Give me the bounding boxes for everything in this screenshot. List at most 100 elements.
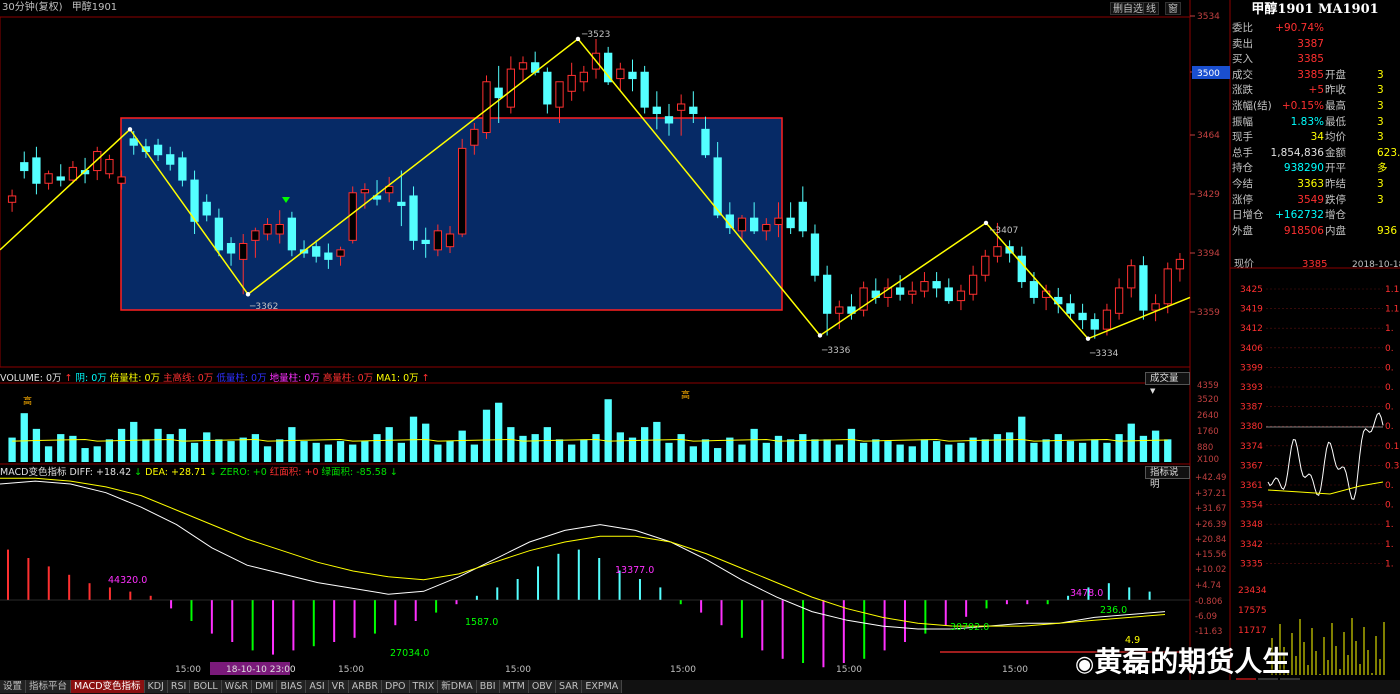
indicator-tab[interactable]: 设置 bbox=[0, 680, 27, 693]
macd-area-label: 27034.0 bbox=[390, 648, 429, 659]
volume-bar bbox=[239, 437, 247, 462]
candle-body bbox=[774, 217, 783, 225]
indicator-tab[interactable]: ARBR bbox=[348, 680, 382, 693]
macd-legend-item: ↓ bbox=[134, 467, 143, 478]
quote-row: 涨停 3549 跌停 3 bbox=[1232, 193, 1400, 208]
quote-label: 今结 bbox=[1232, 178, 1253, 190]
indicator-tab[interactable]: DMI bbox=[252, 680, 278, 693]
candle-body bbox=[287, 217, 297, 251]
volume-bar bbox=[908, 446, 916, 462]
volume-bar bbox=[397, 442, 406, 462]
quote-row: 涨跌 +5 昨收 3 bbox=[1232, 83, 1400, 98]
indicator-tab[interactable]: 指标平台 bbox=[26, 680, 72, 693]
wave-label: ─3407 bbox=[989, 226, 1018, 236]
quote-value2: 3 bbox=[1377, 100, 1384, 112]
indicator-tab[interactable]: TRIX bbox=[409, 680, 439, 693]
volume-legend-item: MA1: 0万 bbox=[376, 373, 419, 384]
indicator-tab[interactable]: 新DMA bbox=[438, 680, 477, 693]
macd-diff-line bbox=[0, 480, 1166, 630]
wave-node bbox=[983, 220, 989, 226]
volume-bar bbox=[495, 402, 503, 462]
candle-body bbox=[1163, 268, 1172, 305]
quote-label2: 开盘 bbox=[1325, 68, 1346, 81]
candle-body bbox=[1127, 265, 1136, 289]
kline-chart[interactable]: 3534350034643429339433593500─3523─3362─3… bbox=[0, 0, 1400, 694]
mini-axis-right: 0.1 bbox=[1385, 442, 1399, 452]
volume-bar bbox=[482, 409, 491, 462]
volume-bar bbox=[470, 444, 478, 462]
volume-bar bbox=[738, 444, 746, 462]
candle-body bbox=[7, 195, 17, 203]
volume-bar bbox=[568, 444, 576, 462]
candle-body bbox=[226, 243, 236, 254]
indicator-tab[interactable]: DPO bbox=[382, 680, 410, 693]
weibo-icon: ◉ bbox=[1075, 652, 1095, 677]
quote-label: 总手 bbox=[1232, 146, 1253, 159]
wave-label: ─3523 bbox=[581, 30, 610, 40]
macd-axis-label: -11.63 bbox=[1195, 627, 1222, 637]
window-button[interactable]: 窗 bbox=[1165, 2, 1181, 15]
indicator-help-button[interactable]: 指标说明 bbox=[1145, 466, 1190, 490]
indicator-tab[interactable]: BIAS bbox=[277, 680, 307, 693]
candle-body bbox=[555, 81, 564, 108]
time-label: 15:00 bbox=[175, 665, 201, 675]
symbol-header: 甲醇1901 MA1901 bbox=[1251, 2, 1379, 17]
volume-bar bbox=[762, 442, 770, 462]
indicator-tab[interactable]: KDJ bbox=[144, 680, 168, 693]
mini-axis-left: 3380 bbox=[1240, 422, 1263, 432]
chart-title-bar: 30分钟(复权) 甲醇1901 bbox=[0, 0, 1190, 17]
volume-bar bbox=[932, 441, 941, 462]
quote-label: 外盘 bbox=[1232, 224, 1253, 237]
volume-bar bbox=[458, 430, 466, 462]
volume-bar bbox=[920, 439, 929, 462]
macd-axis-label: +10.02 bbox=[1195, 565, 1226, 575]
quote-label: 涨停 bbox=[1232, 193, 1253, 206]
quote-label: 买入 bbox=[1232, 53, 1253, 66]
quote-value2: 3 bbox=[1377, 178, 1384, 190]
volume-bar bbox=[799, 434, 807, 462]
indicator-tab[interactable]: VR bbox=[328, 680, 349, 693]
period-label[interactable]: 30分钟(复权) bbox=[2, 2, 63, 13]
macd-area-label: 3478.0 bbox=[1070, 588, 1103, 599]
volume-axis-label: 880 bbox=[1197, 443, 1213, 453]
volume-bar bbox=[312, 442, 320, 462]
volume-bar bbox=[446, 441, 454, 462]
indicator-tab[interactable]: EXPMA bbox=[582, 680, 623, 693]
wave-node bbox=[245, 292, 251, 297]
candle-body bbox=[93, 151, 102, 172]
volume-bar bbox=[336, 441, 345, 462]
volume-bar bbox=[142, 439, 150, 462]
quote-row: 委比 +90.74% bbox=[1232, 21, 1400, 36]
quote-value: 1.83% bbox=[1290, 115, 1324, 128]
candle-body bbox=[409, 195, 418, 241]
candle-body bbox=[677, 103, 686, 111]
volume-selector[interactable]: 成交量 ▼ bbox=[1145, 372, 1190, 395]
wave-node bbox=[575, 36, 581, 42]
indicator-tab[interactable]: ASI bbox=[306, 680, 329, 693]
mini-price-value: 3385 bbox=[1302, 259, 1327, 270]
volume-bar bbox=[373, 434, 381, 462]
candle-body bbox=[968, 274, 978, 295]
quote-label2: 昨结 bbox=[1325, 178, 1346, 190]
quote-label2: 均价 bbox=[1325, 131, 1346, 144]
volume-bar bbox=[774, 435, 783, 462]
candle-body bbox=[604, 52, 613, 83]
candle-body bbox=[1114, 287, 1124, 314]
volume-bar bbox=[653, 421, 661, 462]
indicator-tab[interactable]: BBI bbox=[476, 680, 500, 693]
indicator-tab[interactable]: MACD变色指标 bbox=[71, 680, 145, 693]
volume-bar bbox=[1030, 442, 1038, 462]
volume-bar bbox=[349, 444, 357, 462]
line-button[interactable]: 线 bbox=[1143, 2, 1159, 15]
macd-area-label: 1587.0 bbox=[465, 617, 498, 628]
indicator-tab[interactable]: OBV bbox=[528, 680, 557, 693]
remove-watchlist-button[interactable]: 删自选 bbox=[1110, 2, 1146, 15]
indicator-tab[interactable]: SAR bbox=[556, 680, 583, 693]
time-label: 15:00 bbox=[1002, 665, 1028, 675]
indicator-tab[interactable]: BOLL bbox=[190, 680, 222, 693]
indicator-tab[interactable]: W&R bbox=[221, 680, 253, 693]
indicator-tab[interactable]: RSI bbox=[167, 680, 191, 693]
time-highlight-label: 18-10-10 23:00 bbox=[226, 665, 296, 675]
indicator-tab[interactable]: MTM bbox=[499, 680, 529, 693]
volume-bar bbox=[32, 428, 41, 462]
